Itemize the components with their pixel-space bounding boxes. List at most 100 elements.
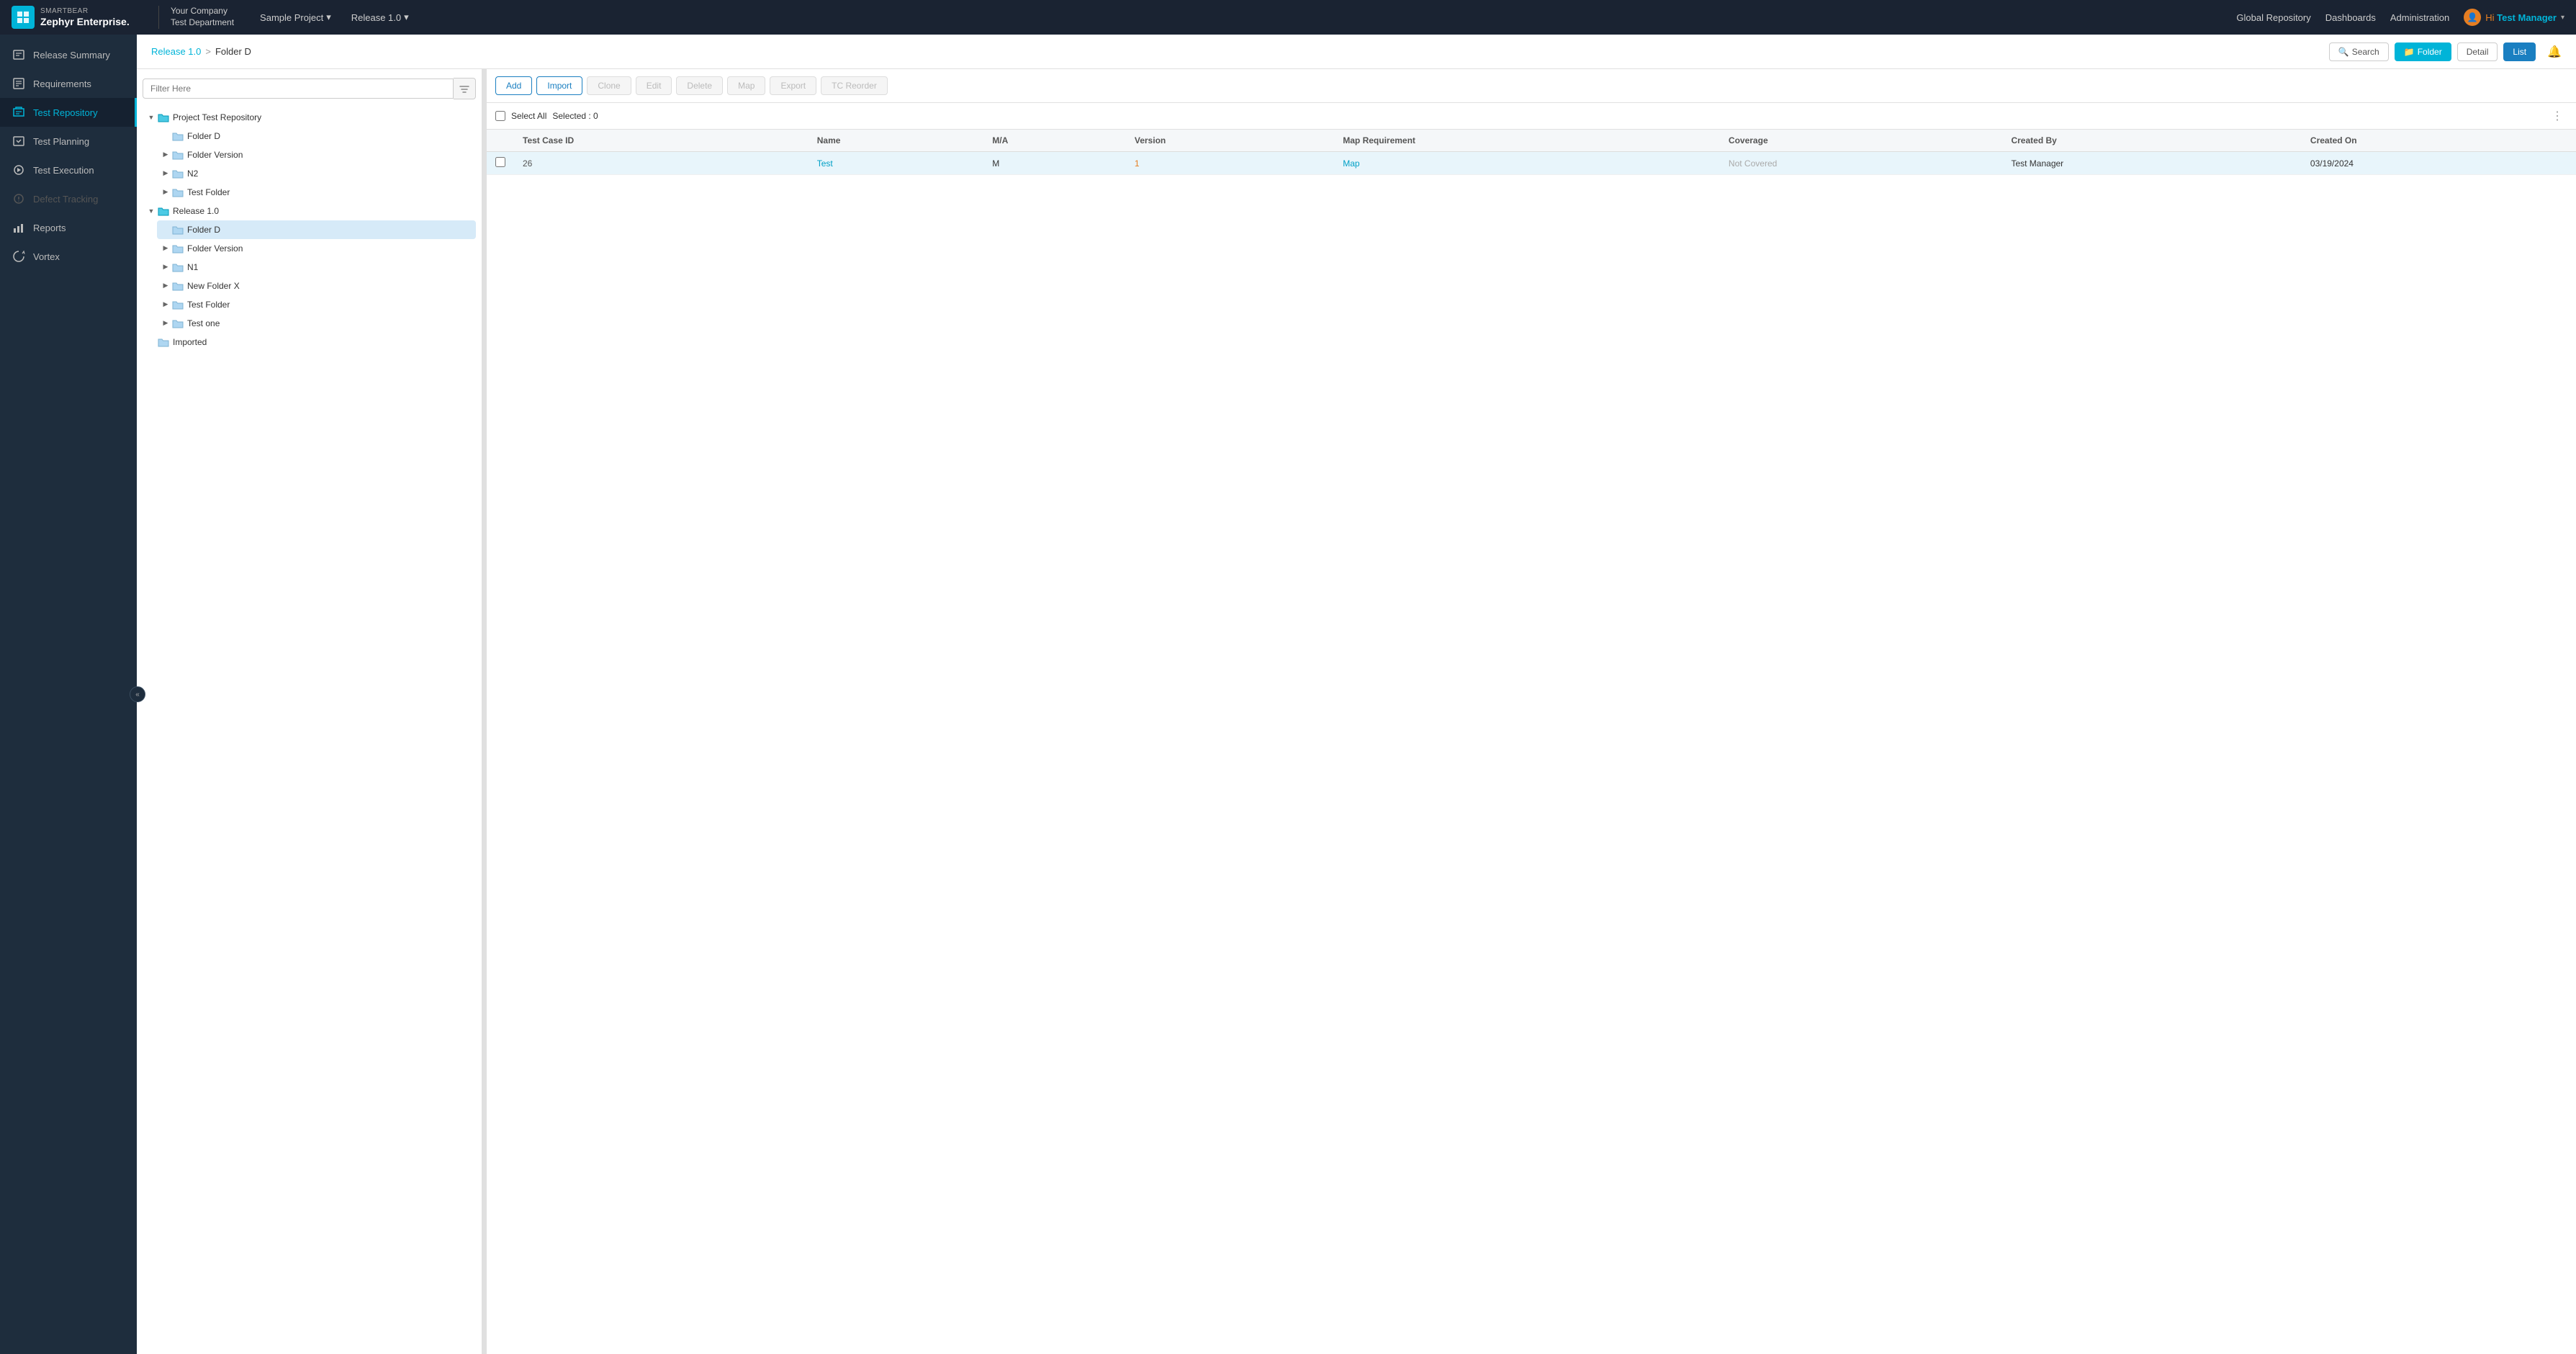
- tree-row-n1[interactable]: ▶ N1: [157, 258, 476, 277]
- test-planning-icon: [12, 134, 26, 148]
- tree-row-project-test-repo[interactable]: ▼ Project Test Repository: [143, 108, 476, 127]
- tree-row-folder-version-rel[interactable]: ▶ Folder Version: [157, 239, 476, 258]
- tree-row-n2[interactable]: ▶ N2: [157, 164, 476, 183]
- clone-button: Clone: [587, 76, 631, 95]
- map-requirement-link[interactable]: Map: [1343, 158, 1359, 169]
- tree-node-release-1: ▼ Release 1.0 ▶: [143, 202, 476, 333]
- tree-row-test-folder-rel[interactable]: ▶ Test Folder: [157, 295, 476, 314]
- more-options-button[interactable]: ⋮: [2547, 107, 2567, 125]
- list-button[interactable]: List: [2503, 42, 2536, 61]
- detail-button[interactable]: Detail: [2457, 42, 2498, 61]
- test-case-name-cell: Test: [809, 152, 984, 175]
- sidebar-item-reports[interactable]: Reports: [0, 213, 137, 242]
- tree-toggle[interactable]: ▶: [160, 261, 171, 273]
- breadcrumb-actions: 🔍 Search 📁 Folder Detail List 🔔: [2329, 42, 2562, 61]
- folder-closed-icon: [171, 148, 184, 161]
- tree-row-imported[interactable]: ▶ Imported: [143, 333, 476, 351]
- sidebar-item-release-summary[interactable]: Release Summary: [0, 40, 137, 69]
- th-name: Name: [809, 130, 984, 152]
- tree-node-n2: ▶ N2: [157, 164, 476, 183]
- folder-button[interactable]: 📁 Folder: [2395, 42, 2451, 61]
- brand-name: SMARTBEAR: [40, 7, 130, 16]
- sidebar-item-requirements[interactable]: Requirements: [0, 69, 137, 98]
- tree-label-release-1: Release 1.0: [173, 206, 219, 216]
- nav-dashboards[interactable]: Dashboards: [2325, 12, 2376, 23]
- sidebar-item-test-repository[interactable]: Test Repository: [0, 98, 137, 127]
- tree-row-folder-version-proj[interactable]: ▶ Folder Version: [157, 145, 476, 164]
- sidebar-collapse-button[interactable]: «: [130, 686, 145, 702]
- tree-label: N1: [187, 262, 198, 272]
- ma-cell: M: [983, 152, 1126, 175]
- notification-bell-icon[interactable]: 🔔: [2547, 45, 2562, 59]
- row-checkbox[interactable]: [495, 157, 505, 167]
- tree-label: New Folder X: [187, 281, 240, 291]
- import-button[interactable]: Import: [536, 76, 582, 95]
- tree-toggle[interactable]: ▶: [160, 149, 171, 161]
- tree-toggle[interactable]: ▶: [160, 318, 171, 329]
- tree-toggle[interactable]: ▶: [160, 187, 171, 198]
- tree-toggle-project[interactable]: ▼: [145, 112, 157, 123]
- th-coverage: Coverage: [1720, 130, 2003, 152]
- content-area: ▼ Project Test Repository ▶: [137, 69, 2576, 1354]
- select-all-label: Select All: [511, 111, 546, 121]
- folder-icon: 📁: [2404, 47, 2415, 57]
- nav-global-repository[interactable]: Global Repository: [2236, 12, 2310, 23]
- requirements-icon: [12, 76, 26, 91]
- select-bar-left: Select All Selected : 0: [495, 111, 598, 121]
- tree-node-n1: ▶ N1: [157, 258, 476, 277]
- nav-project-items: Sample Project ▾ Release 1.0 ▾: [251, 7, 418, 27]
- search-button[interactable]: 🔍 Search: [2329, 42, 2389, 61]
- tree-row-folder-d-proj[interactable]: ▶ Folder D: [157, 127, 476, 145]
- nav-release[interactable]: Release 1.0 ▾: [343, 7, 418, 27]
- tree-toggle[interactable]: ▶: [160, 280, 171, 292]
- user-menu[interactable]: 👤 Hi Test Manager ▾: [2464, 9, 2564, 26]
- tree-row-folder-d-rel[interactable]: ▶ Folder D: [157, 220, 476, 239]
- version-link[interactable]: 1: [1135, 158, 1140, 169]
- user-dropdown-arrow: ▾: [2561, 14, 2564, 22]
- nav-administration[interactable]: Administration: [2390, 12, 2449, 23]
- logo-text: SMARTBEAR Zephyr Enterprise.: [40, 7, 130, 28]
- main-content: Release 1.0 > Folder D 🔍 Search 📁 Folder…: [137, 35, 2576, 1354]
- map-requirement-cell: Map: [1334, 152, 1720, 175]
- user-name: Test Manager: [2497, 12, 2557, 23]
- export-button: Export: [770, 76, 816, 95]
- hi-text: Hi: [2485, 12, 2494, 23]
- sidebar-item-label: Vortex: [33, 251, 60, 262]
- folder-closed-icon: [171, 279, 184, 292]
- created-on-cell: 03/19/2024: [2302, 152, 2576, 175]
- sidebar-item-label: Test Repository: [33, 107, 98, 118]
- tree-label: Folder Version: [187, 243, 243, 254]
- delete-button: Delete: [676, 76, 723, 95]
- folder-closed-icon: [157, 336, 170, 349]
- tree-toggle[interactable]: ▶: [160, 299, 171, 310]
- add-button[interactable]: Add: [495, 76, 532, 95]
- nav-sample-project[interactable]: Sample Project ▾: [251, 7, 340, 27]
- tree-toggle[interactable]: ▶: [160, 243, 171, 254]
- sidebar-item-test-planning[interactable]: Test Planning: [0, 127, 137, 156]
- nav-right-area: Global Repository Dashboards Administrat…: [2236, 9, 2564, 26]
- tree-panel: ▼ Project Test Repository ▶: [137, 69, 482, 1354]
- select-bar: Select All Selected : 0 ⋮: [487, 103, 2576, 130]
- department-name: Test Department: [171, 17, 234, 29]
- sidebar: « Release Summary Requirements: [0, 35, 137, 1354]
- select-bar-right: ⋮: [2547, 107, 2567, 125]
- test-case-table: Test Case ID Name M/A Version Map Requir…: [487, 130, 2576, 1354]
- breadcrumb-release-link[interactable]: Release 1.0: [151, 46, 201, 57]
- select-all-checkbox[interactable]: [495, 111, 505, 121]
- tree-row-test-folder-proj[interactable]: ▶ Test Folder: [157, 183, 476, 202]
- test-case-name-link[interactable]: Test: [817, 158, 833, 169]
- sidebar-item-test-execution[interactable]: Test Execution: [0, 156, 137, 184]
- tree-toggle-release[interactable]: ▼: [145, 205, 157, 217]
- tree-children-project: ▶ Folder D ▶ Fol: [157, 127, 476, 202]
- filter-icon[interactable]: [454, 78, 476, 99]
- tree-node-folder-version-proj: ▶ Folder Version: [157, 145, 476, 164]
- tree-toggle[interactable]: ▶: [160, 168, 171, 179]
- filter-input[interactable]: [143, 79, 454, 99]
- tree-row-test-one[interactable]: ▶ Test one: [157, 314, 476, 333]
- test-case-id-cell: 26: [514, 152, 809, 175]
- breadcrumb-bar: Release 1.0 > Folder D 🔍 Search 📁 Folder…: [137, 35, 2576, 69]
- tree-row-new-folder-x[interactable]: ▶ New Folder X: [157, 277, 476, 295]
- selected-count-label: Selected : 0: [552, 111, 598, 121]
- sidebar-item-vortex[interactable]: Vortex: [0, 242, 137, 271]
- tree-row-release-1[interactable]: ▼ Release 1.0: [143, 202, 476, 220]
